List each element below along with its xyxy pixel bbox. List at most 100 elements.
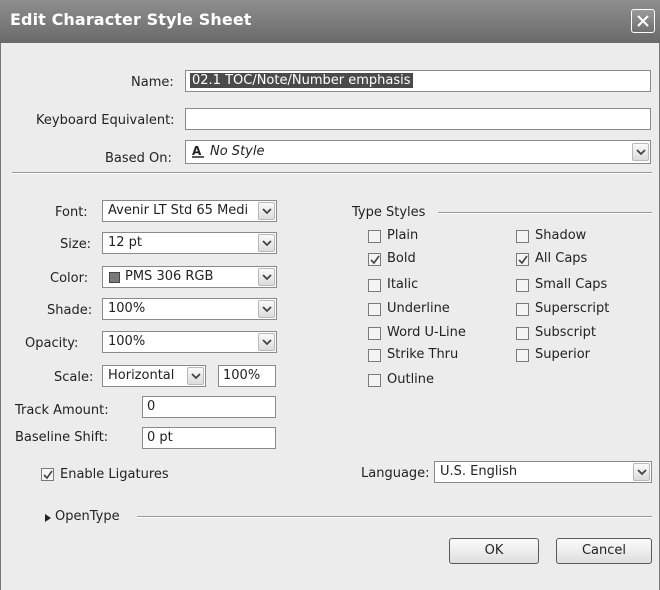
scale-dropdown-button[interactable] <box>187 367 204 385</box>
character-style-icon: A <box>191 144 205 162</box>
color-swatch <box>109 272 120 283</box>
type-style-label: Outline <box>387 372 435 387</box>
checkmark-icon <box>43 470 53 480</box>
scale-label: Scale: <box>54 370 94 385</box>
size-value: 12 pt <box>108 235 143 250</box>
opacity-select[interactable]: 100% <box>102 331 277 353</box>
opacity-label: Opacity: <box>25 336 79 351</box>
scale-value: Horizontal <box>108 368 175 383</box>
chevron-down-icon <box>262 306 272 313</box>
chevron-down-icon <box>636 149 646 156</box>
type-style-checkbox-plain[interactable] <box>368 230 381 243</box>
track-amount-value: 0 <box>147 399 156 414</box>
size-label: Size: <box>60 237 92 252</box>
based-on-value: No Style <box>210 144 265 159</box>
language-select[interactable]: U.S. English <box>434 461 652 483</box>
name-label: Name: <box>131 75 174 90</box>
font-select[interactable]: Avenir LT Std 65 Medi <box>102 200 277 222</box>
color-dropdown-button[interactable] <box>258 268 275 286</box>
baseline-shift-label: Baseline Shift: <box>15 430 109 445</box>
color-label: Color: <box>50 271 89 286</box>
based-on-dropdown-button[interactable] <box>632 143 649 161</box>
dialog-window: Edit Character Style Sheet Name: 02.1 TO… <box>0 0 660 590</box>
checkmark-icon <box>518 255 528 265</box>
enable-ligatures-checkbox[interactable] <box>41 468 54 481</box>
baseline-shift-field[interactable]: 0 pt <box>142 427 276 449</box>
type-style-label: Shadow <box>535 228 587 243</box>
shade-dropdown-button[interactable] <box>258 300 275 318</box>
scale-amount-value: 100% <box>223 368 261 383</box>
name-field[interactable]: 02.1 TOC/Note/Number emphasis <box>185 70 651 92</box>
close-button[interactable] <box>631 9 655 33</box>
name-value: 02.1 TOC/Note/Number emphasis <box>190 73 413 88</box>
keyboard-equivalent-field[interactable] <box>185 108 651 130</box>
shade-select[interactable]: 100% <box>102 298 277 320</box>
type-style-label: Small Caps <box>535 277 608 292</box>
based-on-select[interactable]: A No Style <box>185 140 651 164</box>
chevron-down-icon <box>262 208 272 215</box>
type-style-checkbox-small-caps[interactable] <box>516 279 529 292</box>
type-style-checkbox-word-u-line[interactable] <box>368 327 381 340</box>
color-value: PMS 306 RGB <box>125 269 214 284</box>
type-style-checkbox-shadow[interactable] <box>516 230 529 243</box>
type-style-label: Underline <box>387 301 450 316</box>
enable-ligatures-label: Enable Ligatures <box>60 467 169 482</box>
opentype-separator <box>137 516 652 518</box>
chevron-down-icon <box>637 469 647 476</box>
shade-value: 100% <box>108 301 146 316</box>
keyboard-equivalent-label: Keyboard Equivalent: <box>36 113 175 128</box>
type-style-checkbox-superior[interactable] <box>516 349 529 362</box>
cancel-button[interactable]: Cancel <box>556 538 652 564</box>
language-label: Language: <box>361 466 430 481</box>
chevron-down-icon <box>262 240 272 247</box>
chevron-down-icon <box>262 339 272 346</box>
size-select[interactable]: 12 pt <box>102 232 277 254</box>
scale-select[interactable]: Horizontal <box>102 365 206 387</box>
type-style-checkbox-strike-thru[interactable] <box>368 349 381 362</box>
type-style-checkbox-bold[interactable] <box>368 253 381 266</box>
type-style-label: Strike Thru <box>387 347 459 362</box>
type-style-label: Bold <box>387 251 416 266</box>
svg-text:A: A <box>192 144 202 158</box>
type-styles-separator <box>438 212 652 214</box>
opacity-value: 100% <box>108 334 146 349</box>
type-style-label: Plain <box>387 228 419 243</box>
language-dropdown-button[interactable] <box>633 463 650 481</box>
chevron-down-icon <box>262 274 272 281</box>
dialog-title: Edit Character Style Sheet <box>10 10 252 29</box>
chevron-down-icon <box>191 373 201 380</box>
opentype-label[interactable]: OpenType <box>55 509 120 524</box>
type-style-label: Subscript <box>535 325 596 340</box>
track-amount-field[interactable]: 0 <box>142 396 276 418</box>
type-style-checkbox-outline[interactable] <box>368 374 381 387</box>
type-style-label: Italic <box>387 277 419 292</box>
window-border-left <box>0 43 1 590</box>
based-on-label: Based On: <box>105 151 172 166</box>
close-icon <box>637 15 649 27</box>
type-style-label: All Caps <box>535 251 588 266</box>
track-amount-label: Track Amount: <box>15 403 109 418</box>
size-dropdown-button[interactable] <box>258 234 275 252</box>
title-bar: Edit Character Style Sheet <box>0 0 660 43</box>
baseline-shift-value: 0 pt <box>147 430 173 445</box>
color-select[interactable]: PMS 306 RGB <box>102 266 277 288</box>
font-dropdown-button[interactable] <box>258 202 275 220</box>
font-value: Avenir LT Std 65 Medi <box>108 203 249 218</box>
type-styles-heading: Type Styles <box>352 205 426 220</box>
type-style-label: Superscript <box>535 301 610 316</box>
type-style-checkbox-subscript[interactable] <box>516 327 529 340</box>
language-value: U.S. English <box>440 464 518 479</box>
checkmark-icon <box>370 255 380 265</box>
disclosure-triangle-icon[interactable] <box>44 512 52 527</box>
separator-top <box>12 172 652 174</box>
scale-amount-field[interactable]: 100% <box>218 365 276 387</box>
ok-button[interactable]: OK <box>449 538 539 564</box>
type-style-label: Word U-Line <box>387 325 466 340</box>
opacity-dropdown-button[interactable] <box>258 333 275 351</box>
type-style-checkbox-superscript[interactable] <box>516 303 529 316</box>
type-style-checkbox-all-caps[interactable] <box>516 253 529 266</box>
type-style-checkbox-italic[interactable] <box>368 279 381 292</box>
type-style-label: Superior <box>535 347 590 362</box>
type-style-checkbox-underline[interactable] <box>368 303 381 316</box>
font-label: Font: <box>55 205 88 220</box>
